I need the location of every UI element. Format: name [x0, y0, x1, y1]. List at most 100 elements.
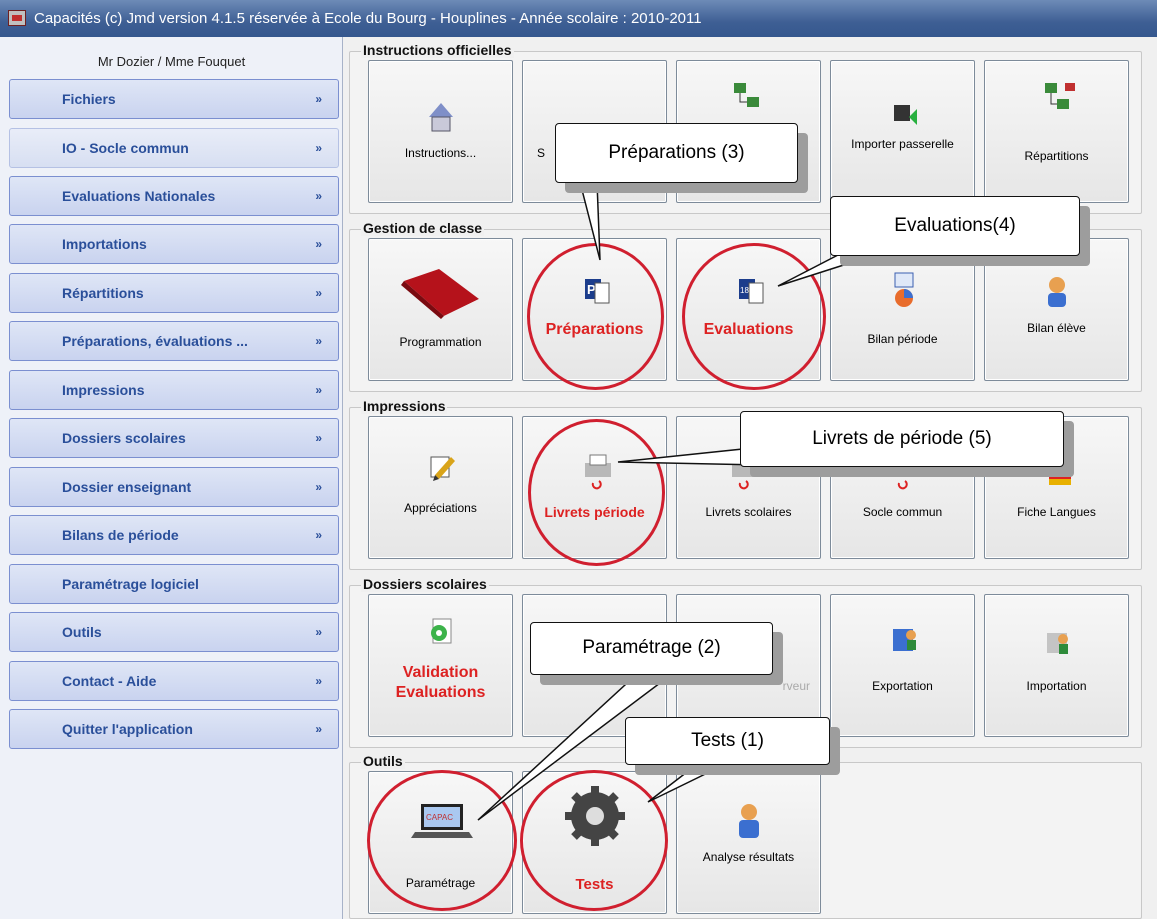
- parametrage-button[interactable]: CAPAC Paramétrage: [368, 771, 513, 914]
- group-title: Outils: [361, 753, 405, 769]
- sidebar-item-preparations[interactable]: Préparations, évaluations ... »: [9, 321, 339, 361]
- chevron-down-icon: »: [315, 237, 322, 251]
- analyse-resultats-button[interactable]: Analyse résultats: [676, 771, 821, 914]
- save-import-icon: [894, 105, 917, 125]
- sidebar-item-label: Dossiers scolaires: [62, 430, 186, 446]
- chevron-down-icon: »: [315, 480, 322, 494]
- group-title: Impressions: [361, 398, 448, 414]
- chevron-down-icon: »: [315, 722, 322, 736]
- sidebar-item-label: Contact - Aide: [62, 673, 157, 689]
- window-title: Capacités (c) Jmd version 4.1.5 réservée…: [34, 10, 702, 27]
- sidebar-item-importations[interactable]: Importations »: [9, 224, 339, 264]
- tile-label: Socle commun: [862, 505, 943, 519]
- livrets-periode-button[interactable]: Livrets période: [522, 416, 667, 559]
- callout-evaluations: Evaluations(4): [830, 196, 1080, 256]
- svg-text:CAPAC: CAPAC: [426, 813, 453, 822]
- evaluations-button[interactable]: 18 Evaluations: [676, 238, 821, 381]
- sidebar-item-outils[interactable]: Outils »: [9, 612, 339, 652]
- sidebar-item-label: Bilans de période: [62, 527, 179, 543]
- callout-livrets: Livrets de période (5): [740, 411, 1064, 467]
- appreciations-button[interactable]: Appréciations: [368, 416, 513, 559]
- chevron-down-icon: »: [315, 286, 322, 300]
- sidebar-item-label: IO - Socle commun: [62, 140, 189, 156]
- export-icon: [893, 629, 916, 651]
- tile-label: Tests: [575, 876, 614, 893]
- tile-label: Exportation: [872, 679, 933, 693]
- preparations-button[interactable]: P Préparations: [522, 238, 667, 381]
- import-icon: [1047, 633, 1068, 654]
- tile-label: rveur: [782, 679, 810, 693]
- tile-label: Bilan période: [867, 332, 938, 346]
- chart-report-icon: [894, 272, 914, 307]
- tree-icon: [734, 83, 759, 107]
- home-icon: [429, 103, 453, 132]
- sidebar-item-label: Dossier enseignant: [62, 479, 192, 495]
- group-title: Gestion de classe: [361, 220, 485, 236]
- instructions-button[interactable]: Instructions...: [368, 60, 513, 203]
- chevron-down-icon: »: [315, 383, 322, 397]
- sidebar-item-parametrage-logiciel[interactable]: Paramétrage logiciel: [9, 564, 339, 604]
- sidebar-item-label: Impressions: [62, 382, 145, 398]
- sidebar-item-label: Répartitions: [62, 285, 144, 301]
- sidebar-item-dossiers-scolaires[interactable]: Dossiers scolaires »: [9, 418, 339, 458]
- tile-label: Préparations: [545, 321, 644, 338]
- tile-label: Analyse résultats: [702, 850, 795, 864]
- tile-label: Paramétrage: [405, 876, 476, 890]
- bilan-eleve-button[interactable]: Bilan élève: [984, 238, 1129, 381]
- chevron-down-icon: »: [315, 674, 322, 688]
- tile-label: Répartitions: [1024, 149, 1089, 163]
- tile-label: Evaluations: [703, 321, 794, 338]
- tile-label: Validation Evaluations: [395, 664, 486, 701]
- tile-label: Livrets scolaires: [705, 505, 792, 519]
- sidebar-item-fichiers[interactable]: Fichiers »: [9, 79, 339, 119]
- document-calendar-icon: 18: [739, 279, 764, 304]
- sidebar-item-io-socle[interactable]: IO - Socle commun »: [9, 128, 339, 168]
- chevron-down-icon: »: [315, 92, 322, 106]
- tile-label: Bilan élève: [1027, 321, 1086, 335]
- sidebar-item-quitter[interactable]: Quitter l'application »: [9, 709, 339, 749]
- tile-label: Programmation: [399, 335, 482, 349]
- title-bar: Capacités (c) Jmd version 4.1.5 réservée…: [0, 0, 1157, 37]
- callout-parametrage: Paramétrage (2): [530, 622, 773, 675]
- group-outils: Outils CAPAC Paramétrage Tests Analyse r…: [349, 753, 1142, 919]
- importer-passerelle-button[interactable]: Importer passerelle: [830, 60, 975, 203]
- group-title: Dossiers scolaires: [361, 576, 489, 592]
- callout-tests: Tests (1): [625, 717, 830, 765]
- printer-icon: [585, 454, 611, 490]
- sidebar-item-label: Outils: [62, 624, 102, 640]
- sidebar-item-bilans-periode[interactable]: Bilans de période »: [9, 515, 339, 555]
- chevron-down-icon: »: [315, 189, 322, 203]
- disc-document-icon: [431, 618, 452, 644]
- app-icon: [8, 10, 26, 26]
- tests-button[interactable]: Tests: [522, 771, 667, 914]
- callout-preparations: Préparations (3): [555, 123, 798, 183]
- tile-label: Instructions...: [404, 146, 477, 160]
- tile-label: Importation: [1026, 679, 1087, 693]
- chevron-down-icon: »: [315, 431, 322, 445]
- sidebar-item-repartitions[interactable]: Répartitions »: [9, 273, 339, 313]
- tile-label: Fiche Langues: [1017, 505, 1096, 519]
- sidebar-item-label: Importations: [62, 236, 147, 252]
- sidebar-item-contact-aide[interactable]: Contact - Aide »: [9, 661, 339, 701]
- laptop-icon: CAPAC: [411, 804, 473, 838]
- document-p-icon: P: [585, 279, 610, 304]
- sidebar-item-evaluations-nationales[interactable]: Evaluations Nationales »: [9, 176, 339, 216]
- pen-icon: [430, 456, 455, 481]
- sidebar-item-label: Fichiers: [62, 91, 116, 107]
- sidebar-item-impressions[interactable]: Impressions »: [9, 370, 339, 410]
- sidebar-item-label: Paramétrage logiciel: [62, 576, 199, 592]
- sidebar-item-label: Préparations, évaluations ...: [62, 333, 248, 349]
- user-analysis-icon: [739, 804, 759, 838]
- bilan-periode-button[interactable]: Bilan période: [830, 238, 975, 381]
- repartitions-button[interactable]: Répartitions: [984, 60, 1129, 203]
- validation-evaluations-button[interactable]: Validation Evaluations: [368, 594, 513, 737]
- sidebar: Mr Dozier / Mme Fouquet Fichiers » IO - …: [0, 37, 343, 919]
- programmation-button[interactable]: Programmation: [368, 238, 513, 381]
- gear-icon: [565, 786, 625, 846]
- importation-button[interactable]: Importation: [984, 594, 1129, 737]
- chevron-down-icon: »: [315, 334, 322, 348]
- exportation-button[interactable]: Exportation: [830, 594, 975, 737]
- chevron-down-icon: »: [315, 141, 322, 155]
- tile-label: Importer passerelle: [851, 137, 954, 151]
- sidebar-item-dossier-enseignant[interactable]: Dossier enseignant »: [9, 467, 339, 507]
